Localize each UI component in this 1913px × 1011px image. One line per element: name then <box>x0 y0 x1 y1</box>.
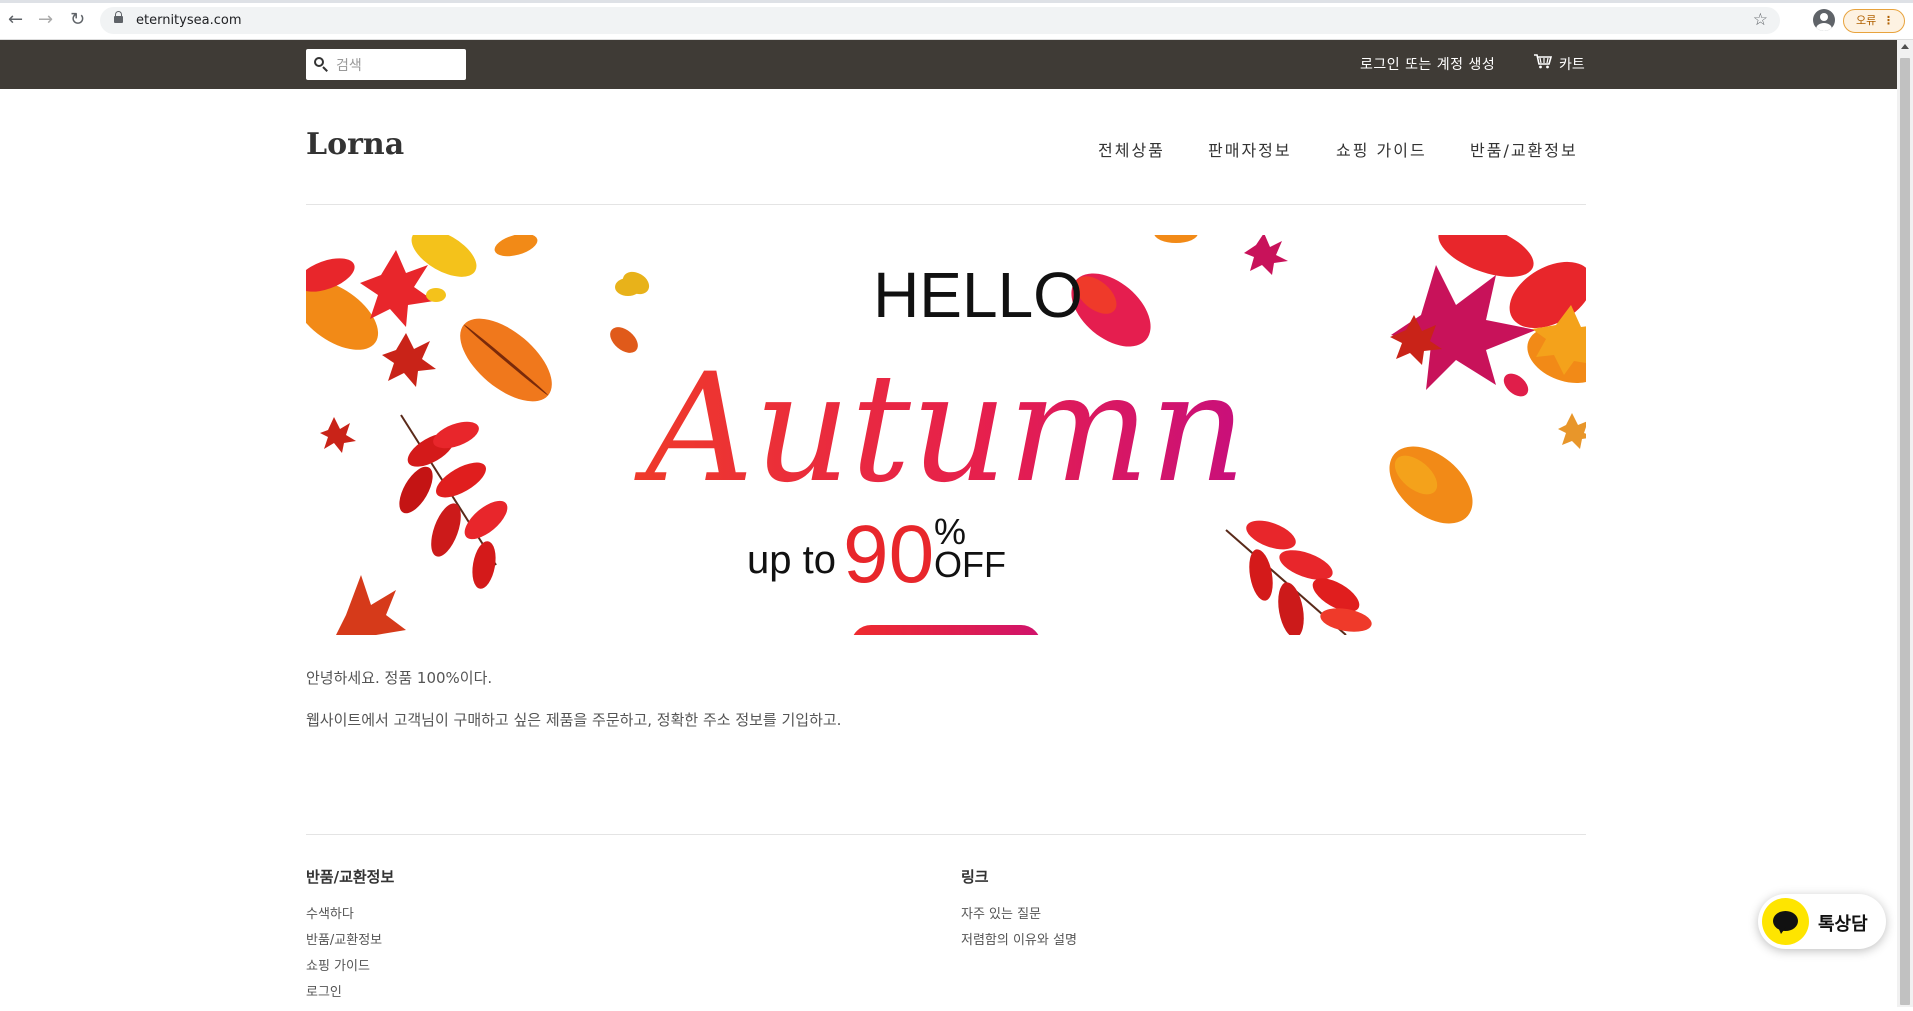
footer-link-search[interactable]: 수색하다 <box>306 907 394 922</box>
page-scrollbar[interactable] <box>1897 40 1913 1007</box>
footer-heading: 링크 <box>961 868 989 886</box>
footer-column-returns: 반품/교환정보 수색하다 반품/교환정보 쇼핑 가이드 로그인 <box>306 866 394 1011</box>
footer-link-login[interactable]: 로그인 <box>306 985 394 1000</box>
lock-icon[interactable] <box>114 11 123 25</box>
hero-banner[interactable]: HELLO Autumn up to 90 % OFF <box>306 235 1586 635</box>
banner-shop-button <box>853 625 1039 635</box>
bookmark-star-icon[interactable]: ☆ <box>1753 10 1768 30</box>
search-input[interactable] <box>336 49 462 80</box>
cart-icon <box>1534 54 1553 69</box>
banner-autumn-text: Autumn <box>634 342 1247 516</box>
intro-line-2: 웹사이트에서 고객님이 구매하고 싶은 제품을 주문하고, 정확한 주소 정보를… <box>306 711 842 729</box>
intro-line-1: 안녕하세요. 정품 100%이다. <box>306 669 493 687</box>
error-button[interactable]: 오류 ⋮ <box>1843 9 1905 33</box>
banner-off-text: OFF <box>934 544 1006 585</box>
chat-bubble-icon <box>1762 898 1809 945</box>
leaf-cluster-top-right <box>1390 235 1586 449</box>
talk-consult-button[interactable]: 톡상담 <box>1758 894 1886 949</box>
error-label: 오류 <box>1856 14 1877 27</box>
footer-link-returns[interactable]: 반품/교환정보 <box>306 933 394 948</box>
back-icon[interactable]: ← <box>8 10 23 30</box>
menu-dots-icon: ⋮ <box>1883 14 1894 27</box>
cart-label: 카트 <box>1559 57 1585 73</box>
footer-divider <box>306 834 1586 835</box>
login-link[interactable]: 로그인 또는 계정 생성 <box>1360 54 1495 74</box>
browser-toolbar: ← → ↻ eternitysea.com ☆ 오류 ⋮ <box>0 0 1913 40</box>
nav-item-seller-info[interactable]: 판매자정보 <box>1208 137 1292 161</box>
footer-link-faq[interactable]: 자주 있는 질문 <box>961 907 1077 922</box>
forward-icon[interactable]: → <box>38 10 53 30</box>
search-box[interactable] <box>306 49 466 80</box>
autumn-sale-graphic: HELLO Autumn up to 90 % OFF <box>306 235 1586 635</box>
chat-label: 톡상담 <box>1818 914 1868 935</box>
scroll-thumb[interactable] <box>1900 58 1910 1005</box>
profile-avatar-icon[interactable] <box>1813 9 1835 31</box>
url-text[interactable]: eternitysea.com <box>136 13 242 28</box>
footer-link-shopping-guide[interactable]: 쇼핑 가이드 <box>306 959 394 974</box>
scroll-up-arrow-icon[interactable] <box>1901 44 1909 49</box>
banner-percent-text: 90 <box>843 509 934 600</box>
store-top-bar: 로그인 또는 계정 생성 카트 <box>0 40 1897 89</box>
footer-link-low-price-reason[interactable]: 저렴함의 이유와 설명 <box>961 933 1077 948</box>
header-divider <box>306 204 1586 205</box>
banner-hello-text: HELLO <box>873 259 1083 331</box>
leaf-cluster-top-left <box>306 235 650 453</box>
search-icon[interactable] <box>314 57 328 72</box>
nav-item-returns[interactable]: 반품/교환정보 <box>1470 137 1578 161</box>
site-logo[interactable]: Lorna <box>306 127 404 162</box>
reload-icon[interactable]: ↻ <box>70 10 85 30</box>
footer-heading: 반품/교환정보 <box>306 868 395 886</box>
leaf-branch-left <box>336 414 508 635</box>
nav-item-shopping-guide[interactable]: 쇼핑 가이드 <box>1336 137 1427 161</box>
banner-upto-text: up to <box>747 538 836 582</box>
tab-strip <box>0 0 1913 3</box>
leaf-small <box>615 278 641 296</box>
footer-column-links: 링크 자주 있는 질문 저렴함의 이유와 설명 <box>961 866 1077 959</box>
leaf-cluster-right <box>1225 446 1473 635</box>
address-bar[interactable]: eternitysea.com ☆ <box>100 7 1780 34</box>
nav-item-all-products[interactable]: 전체상품 <box>1098 137 1165 161</box>
